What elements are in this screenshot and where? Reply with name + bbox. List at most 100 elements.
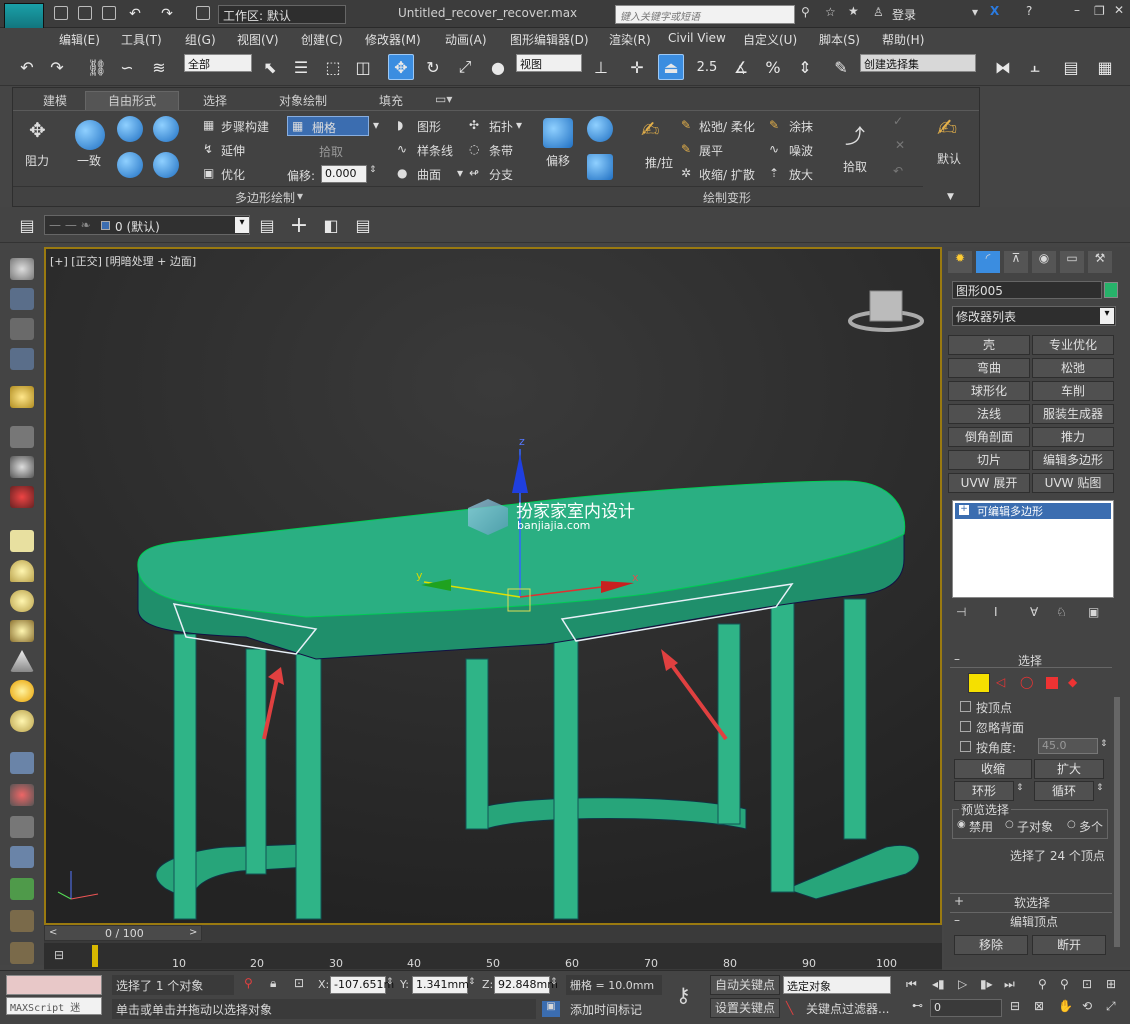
- add-to-layer-icon[interactable]: +: [286, 212, 312, 238]
- table-leg[interactable]: [553, 623, 579, 920]
- auto-key-button[interactable]: 自动关键点: [710, 975, 780, 995]
- menu-view[interactable]: 视图(V): [237, 31, 279, 48]
- pick-button[interactable]: 拾取: [319, 143, 343, 160]
- table-leg[interactable]: [843, 598, 867, 840]
- percent-snap-icon[interactable]: %: [760, 54, 786, 80]
- utilities-tab-icon[interactable]: ⚒: [1088, 251, 1112, 273]
- isolate-icon[interactable]: ⚲: [244, 976, 253, 990]
- ring-spinner-icon[interactable]: ⇕: [1016, 783, 1024, 793]
- ring-button[interactable]: 环形: [954, 781, 1014, 801]
- table-leg[interactable]: [173, 633, 197, 920]
- layer-dropdown[interactable]: — — ❧ 0 (默认) ▾: [44, 215, 250, 235]
- offset-input[interactable]: 0.000: [321, 165, 367, 183]
- menu-tools[interactable]: 工具(T): [121, 31, 162, 48]
- redo-icon[interactable]: ↷: [154, 1, 180, 27]
- exchange-icon[interactable]: ▾: [972, 5, 978, 19]
- gear-icon[interactable]: [10, 846, 34, 868]
- flatten-button[interactable]: 展平: [699, 142, 723, 159]
- brush-rotate-icon[interactable]: [153, 116, 179, 142]
- poly-draw-section-label[interactable]: 多边形绘制: [235, 189, 295, 206]
- modifier-normal-button[interactable]: 法线: [948, 404, 1030, 424]
- relax-soften-button[interactable]: 松弛/ 柔化: [699, 118, 755, 135]
- modifier-slice-button[interactable]: 切片: [948, 450, 1030, 470]
- save-file-icon[interactable]: [102, 6, 116, 20]
- conform-button[interactable]: 一致: [77, 152, 101, 169]
- set-current-layer-icon[interactable]: ▤: [350, 212, 376, 238]
- topology-button[interactable]: 拓扑: [489, 118, 513, 135]
- named-selection-sets-dropdown[interactable]: 创建选择集: [860, 54, 976, 72]
- smudge-button[interactable]: 涂抹: [789, 118, 813, 135]
- binoculars-icon[interactable]: ⚲: [801, 5, 810, 19]
- menu-animation[interactable]: 动画(A): [445, 31, 487, 48]
- rotate-brush-icon[interactable]: [587, 116, 613, 142]
- cone-icon[interactable]: [10, 650, 34, 672]
- open-file-icon[interactable]: [78, 6, 92, 20]
- sphere-icon[interactable]: [10, 456, 34, 478]
- time-tag-icon[interactable]: ▣: [542, 1001, 560, 1017]
- window-crossing-icon[interactable]: ◫: [350, 54, 376, 80]
- modifier-relax-button[interactable]: 松弛: [1032, 358, 1114, 378]
- y-coordinate-input[interactable]: 1.341mm: [412, 976, 469, 994]
- x-spinner-icon[interactable]: ⇕: [386, 977, 394, 987]
- sun-icon[interactable]: [10, 680, 34, 702]
- branches-button[interactable]: 分支: [489, 166, 513, 183]
- selection-filter-dropdown[interactable]: 全部: [184, 54, 252, 72]
- orbit-icon[interactable]: ⟲: [1082, 999, 1092, 1013]
- toggle-ribbon-icon[interactable]: ▦: [1092, 54, 1118, 80]
- x-coordinate-input[interactable]: -107.651m: [330, 976, 394, 994]
- dynamics-icon[interactable]: [10, 784, 34, 806]
- select-move-icon[interactable]: ✥: [388, 54, 414, 80]
- close-icon[interactable]: ✕: [1114, 3, 1124, 17]
- noise-button[interactable]: 噪波: [789, 142, 813, 159]
- ribbon-options-icon[interactable]: ▭▾: [435, 92, 452, 106]
- torus-icon[interactable]: [10, 710, 34, 732]
- scale-brush-icon[interactable]: [587, 154, 613, 180]
- break-vertex-button[interactable]: 断开: [1032, 935, 1106, 955]
- viewport-label[interactable]: [+] [正交] [明暗处理 + 边面]: [50, 253, 196, 269]
- help-icon[interactable]: ?: [1026, 4, 1032, 18]
- maxscript-input[interactable]: MAXScript 迷: [6, 997, 102, 1015]
- mirror-icon[interactable]: ⧓: [990, 54, 1016, 80]
- grass-icon[interactable]: [10, 878, 34, 900]
- by-angle-input[interactable]: 45.0: [1038, 738, 1098, 754]
- maximize-viewport-icon[interactable]: ⤢: [1106, 999, 1116, 1014]
- subobject-radio-icon[interactable]: ○: [1005, 819, 1014, 830]
- select-object-icon[interactable]: ⬉: [257, 54, 283, 80]
- menu-help[interactable]: 帮助(H): [882, 31, 924, 48]
- minimize-icon[interactable]: –: [1074, 3, 1080, 17]
- absolute-mode-icon[interactable]: ⊡: [294, 976, 304, 990]
- select-scale-icon[interactable]: ⤢: [452, 54, 478, 80]
- maxscript-listener[interactable]: [6, 975, 102, 995]
- push-pull-button[interactable]: 推/拉: [645, 154, 673, 171]
- mini-curve-editor-icon[interactable]: ⊟: [54, 948, 64, 962]
- viewcube[interactable]: [869, 290, 903, 322]
- grow-button[interactable]: 扩大: [1034, 759, 1104, 779]
- reference-coord-dropdown[interactable]: 视图: [516, 54, 582, 72]
- field-of-view-icon[interactable]: ⊠: [1034, 999, 1044, 1013]
- layer-manager-icon[interactable]: ▤: [1058, 54, 1084, 80]
- modify-tab-icon[interactable]: ◜: [976, 251, 1000, 273]
- modifier-uvw-map-button[interactable]: UVW 贴图: [1032, 473, 1114, 493]
- splines-button[interactable]: 样条线: [417, 142, 453, 159]
- strips-button[interactable]: 条带: [489, 142, 513, 159]
- set-key-button[interactable]: 设置关键点: [710, 998, 780, 1018]
- tab-selection[interactable]: 选择: [203, 92, 227, 109]
- edit-vertices-rollout-header[interactable]: – 编辑顶点: [950, 912, 1112, 929]
- undo-icon[interactable]: ↶: [122, 1, 148, 27]
- loop-button[interactable]: 循环: [1034, 781, 1094, 801]
- render-frame-icon[interactable]: [10, 288, 34, 310]
- menu-create[interactable]: 创建(C): [301, 31, 343, 48]
- z-spinner-icon[interactable]: ⇕: [550, 977, 558, 987]
- restore-icon[interactable]: ❐: [1094, 4, 1105, 18]
- extend-button[interactable]: 延伸: [221, 142, 245, 159]
- key-filters-button[interactable]: 关键点过滤器...: [806, 1000, 889, 1017]
- teapot-primitive-icon[interactable]: [10, 620, 34, 642]
- teapot-icon[interactable]: [10, 258, 34, 280]
- modifier-list-arrow-icon[interactable]: ▾: [1100, 308, 1114, 324]
- modifier-bevel-profile-button[interactable]: 倒角剖面: [948, 427, 1030, 447]
- zoom-extents-all-icon[interactable]: ⊞: [1106, 977, 1116, 991]
- shrink-button[interactable]: 收缩: [954, 759, 1032, 779]
- tab-object-paint[interactable]: 对象绘制: [279, 92, 327, 109]
- modifier-stack[interactable]: 可编辑多边形 +: [952, 500, 1114, 598]
- current-frame-input[interactable]: 0: [930, 999, 1002, 1017]
